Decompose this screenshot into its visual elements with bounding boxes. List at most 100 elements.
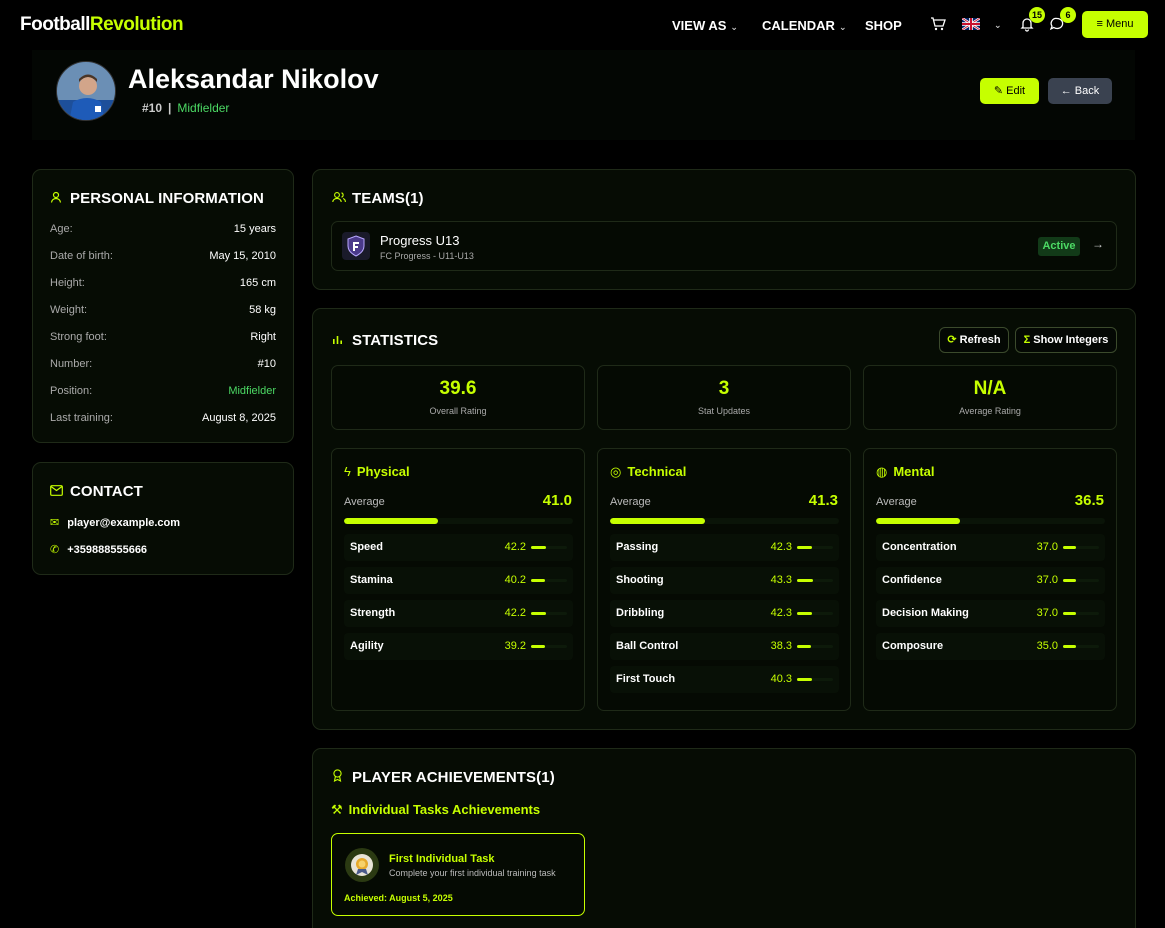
attribute-bar: [1063, 579, 1099, 582]
mental-category: ◍ Mental Average 36.5 Concentration 37.0 C…: [863, 448, 1117, 711]
cart-icon[interactable]: [930, 16, 946, 32]
menu-label: Menu: [1105, 18, 1134, 30]
edit-button[interactable]: ✎ Edit: [980, 78, 1039, 104]
logo-text-revolution: Revolution: [89, 14, 184, 35]
attribute-bar-fill: [531, 645, 546, 648]
player-position: Midfielder: [177, 101, 230, 115]
envelope-icon: [50, 484, 64, 499]
attribute-bar-fill: [1063, 612, 1077, 615]
attribute-row: Decision Making 37.0: [876, 600, 1105, 627]
phone-icon: ✆: [50, 544, 60, 556]
logo[interactable]: FootballRevolution: [20, 14, 184, 36]
chevron-down-icon: ⌄: [730, 22, 738, 32]
back-button[interactable]: ← Back: [1048, 78, 1112, 104]
attribute-bar-fill: [1063, 645, 1076, 648]
attribute-row: Agility 39.2: [344, 633, 573, 660]
summary-label: Overall Rating: [429, 406, 487, 416]
statistics-title-text: STATISTICS: [352, 332, 439, 349]
menu-button[interactable]: ≡ Menu: [1082, 11, 1148, 38]
bar-chart-icon: [332, 333, 346, 348]
contact-email-text: player@example.com: [67, 517, 181, 529]
refresh-label: Refresh: [959, 334, 1001, 346]
nav-shop[interactable]: SHOP: [865, 18, 902, 33]
category-name: Physical: [356, 464, 410, 479]
users-icon: [332, 191, 346, 206]
top-navbar: FootballRevolution VIEW AS ⌄ CALENDAR ⌄ SH…: [0, 0, 1165, 50]
arrow-left-icon: ←: [1060, 85, 1075, 97]
attribute-value: 39.2: [504, 640, 526, 652]
summary-value: N/A: [973, 378, 1007, 399]
attribute-value: 40.3: [770, 673, 792, 685]
envelope-icon: ✉: [50, 517, 60, 529]
summary-value: 3: [718, 378, 730, 399]
average-label: Average: [344, 496, 385, 508]
attribute-row: Concentration 37.0: [876, 534, 1105, 561]
show-integers-button[interactable]: Σ Show Integers: [1015, 327, 1117, 353]
average-bar-fill: [610, 518, 705, 524]
arrow-right-icon[interactable]: →: [1092, 237, 1104, 251]
language-dropdown-toggle[interactable]: ⌄: [990, 16, 1002, 31]
separator: |: [168, 101, 172, 115]
attribute-value: 37.0: [1036, 607, 1058, 619]
attribute-value: 37.0: [1036, 574, 1058, 586]
contact-phone[interactable]: ✆ +359888555666: [50, 543, 147, 556]
info-value: #10: [257, 358, 276, 370]
achievement-description: Complete your first individual training …: [389, 868, 556, 878]
average-bar-fill: [344, 518, 438, 524]
statistics-title: STATISTICS: [332, 332, 438, 349]
uk-flag-icon[interactable]: [962, 18, 980, 30]
average-label: Average: [610, 496, 651, 508]
attribute-value: 37.0: [1036, 541, 1058, 553]
attribute-name: Composure: [882, 640, 944, 652]
chevron-down-icon: ⌄: [838, 22, 847, 32]
attribute-name: Speed: [350, 541, 384, 553]
teams-title-text: TEAMS(1): [352, 190, 424, 207]
attribute-name: Ball Control: [616, 640, 679, 652]
team-name: Progress U13: [380, 233, 460, 248]
attribute-row: Ball Control 38.3: [610, 633, 839, 660]
target-icon: ◎: [610, 464, 622, 479]
achievement-date: Achieved: August 5, 2025: [344, 893, 453, 903]
summary-value: 39.6: [439, 378, 477, 399]
nav-calendar[interactable]: CALENDAR ⌄: [762, 18, 847, 33]
info-label: Strong foot:: [50, 331, 107, 343]
individual-tasks-title-text: Individual Tasks Achievements: [348, 802, 541, 817]
team-subtitle: FC Progress - U11-U13: [380, 251, 474, 261]
personal-info-card: PERSONAL INFORMATION Age: 15 years Date o…: [32, 169, 294, 443]
info-value: Right: [250, 331, 276, 343]
info-value: Midfielder: [228, 385, 276, 397]
attribute-bar-fill: [797, 579, 813, 582]
lightning-icon: ϟ: [344, 464, 351, 479]
nav-view-as[interactable]: VIEW AS ⌄: [672, 18, 738, 33]
physical-title: ϟ Physical: [344, 464, 410, 479]
attribute-row: First Touch 40.3: [610, 666, 839, 693]
overall-rating-box: 39.6 Overall Rating: [331, 365, 585, 430]
attribute-name: Agility: [350, 640, 384, 652]
attribute-name: Shooting: [616, 574, 664, 586]
refresh-button[interactable]: ⟳ Refresh: [939, 327, 1009, 353]
summary-label: Stat Updates: [697, 406, 751, 416]
show-integers-label: Show Integers: [1033, 334, 1109, 346]
award-icon: [332, 769, 346, 785]
info-label: Number:: [50, 358, 93, 370]
achievement-card[interactable]: First Individual Task Complete your firs…: [331, 833, 585, 916]
attribute-value: 38.3: [770, 640, 792, 652]
attribute-bar: [797, 612, 833, 615]
nav-view-as-label: VIEW AS: [672, 18, 727, 33]
logo-text-football: Football: [20, 14, 90, 35]
attribute-row: Composure 35.0: [876, 633, 1105, 660]
attribute-name: Decision Making: [882, 607, 969, 619]
avatar: [56, 61, 116, 121]
info-label: Date of birth:: [50, 250, 113, 262]
info-label: Last training:: [50, 412, 113, 424]
average-bar: [876, 518, 1105, 524]
average-label: Average: [876, 496, 917, 508]
attribute-bar-fill: [797, 645, 811, 648]
contact-email[interactable]: ✉ player@example.com: [50, 516, 180, 529]
attribute-name: First Touch: [616, 673, 676, 685]
team-row[interactable]: Progress U13 FC Progress - U11-U13 Activ…: [331, 221, 1117, 271]
info-label: Position:: [50, 385, 93, 397]
attribute-bar-fill: [1063, 546, 1077, 549]
medal-icon: [345, 848, 379, 882]
attribute-row: Passing 42.3: [610, 534, 839, 561]
